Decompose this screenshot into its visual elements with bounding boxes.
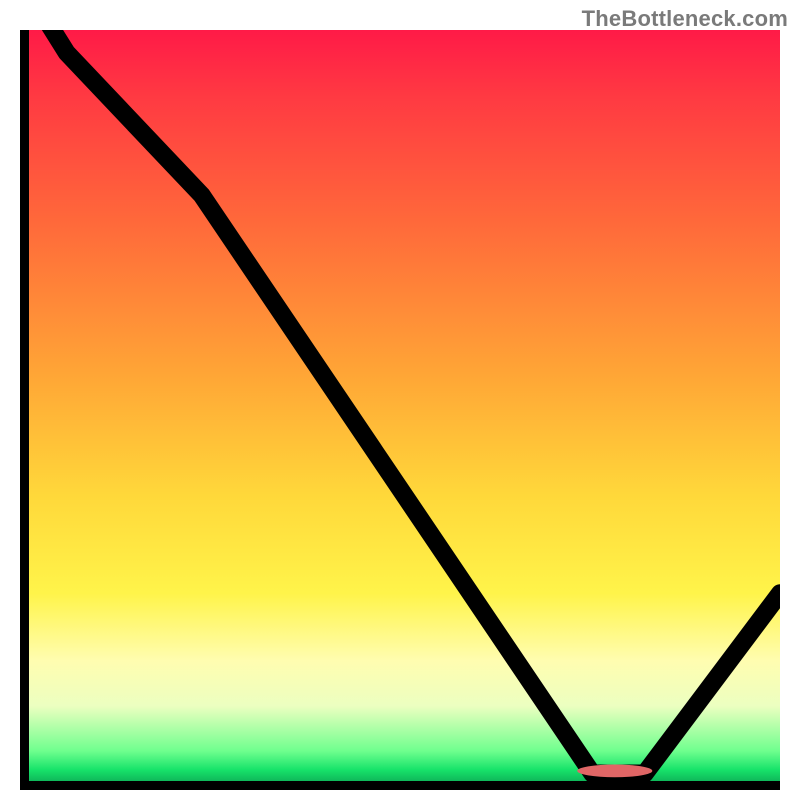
plot-area	[20, 30, 780, 790]
watermark-text: TheBottleneck.com	[582, 6, 788, 32]
chart-container: TheBottleneck.com	[0, 0, 800, 800]
heat-gradient-background	[29, 30, 780, 781]
